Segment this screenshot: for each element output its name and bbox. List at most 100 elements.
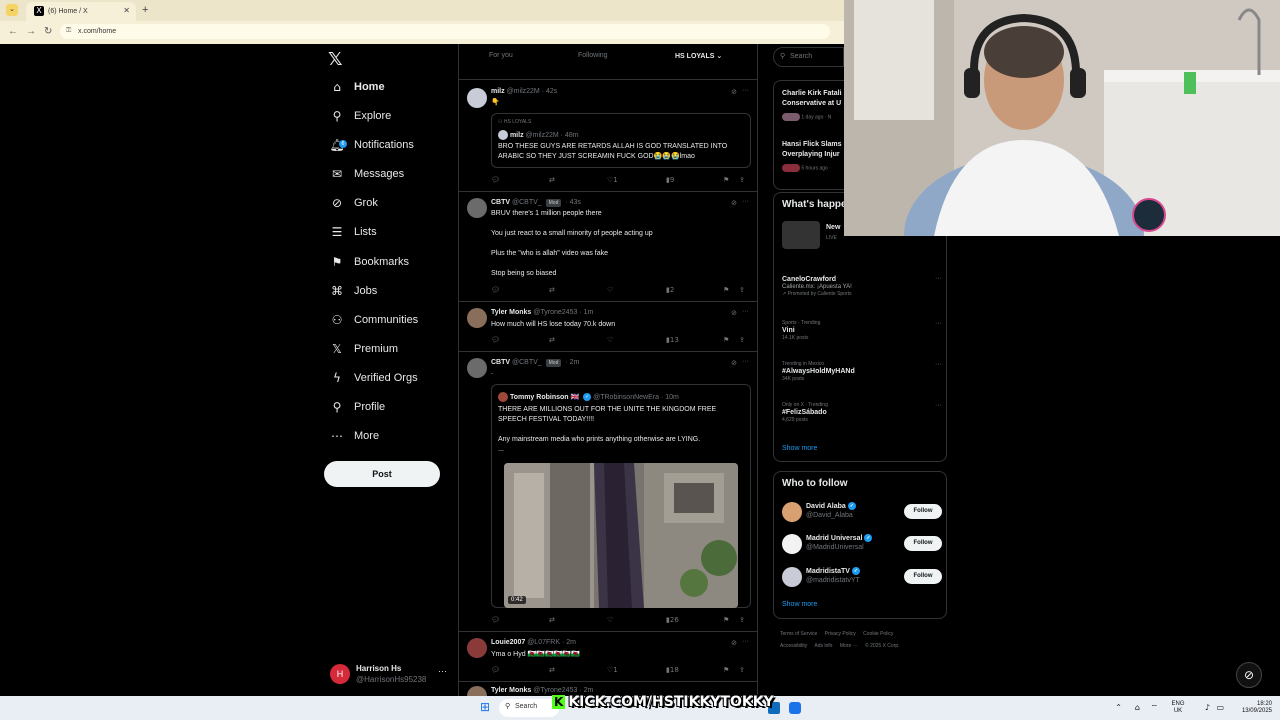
- grok-icon[interactable]: ⊘: [731, 88, 737, 96]
- sidebar-item-verified-orgs[interactable]: ϟ Verified Orgs: [330, 367, 418, 389]
- network-icon[interactable]: ⌂: [1135, 703, 1140, 712]
- share-icon[interactable]: ⇪: [739, 666, 745, 674]
- author-handle[interactable]: @CBTV_: [512, 359, 542, 366]
- news-title[interactable]: Charlie Kirk Fatali Conservative at U: [782, 89, 844, 109]
- grok-icon[interactable]: ⊘: [731, 639, 737, 647]
- author-handle[interactable]: @L07FRK: [527, 639, 560, 646]
- grok-icon[interactable]: ⊘: [731, 359, 737, 367]
- share-icon[interactable]: ⇪: [739, 286, 745, 294]
- author-handle[interactable]: @Tyrone2453: [533, 309, 577, 316]
- share-icon[interactable]: ⇪: [739, 616, 745, 624]
- avatar[interactable]: [467, 88, 487, 108]
- tweet-time[interactable]: · 2m: [579, 687, 593, 694]
- bookmark-icon[interactable]: ⚑: [723, 336, 729, 344]
- more-horizontal-icon[interactable]: ···: [935, 320, 942, 327]
- like-icon[interactable]: ♡: [607, 336, 613, 344]
- follow-suggestion[interactable]: David Alaba ✓ @David_Alaba Follow: [782, 500, 942, 524]
- sidebar-item-messages[interactable]: ✉ Messages: [330, 163, 404, 185]
- forward-icon[interactable]: →: [26, 26, 36, 37]
- quote-tweet[interactable]: ⚇ HS LOYALS milz @milz22M · 48m BRO THES…: [491, 113, 751, 168]
- more-horizontal-icon[interactable]: ···: [438, 666, 447, 676]
- sidebar-item-more[interactable]: ⋯ More: [330, 425, 379, 447]
- taskbar-search[interactable]: ⚲ Search: [499, 699, 559, 717]
- more-horizontal-icon[interactable]: ···: [742, 198, 749, 205]
- wifi-icon[interactable]: ⌔: [1150, 703, 1158, 713]
- live-event-thumbnail[interactable]: [782, 221, 820, 249]
- tweet[interactable]: CBTV @CBTV_ Mod · 2m ⊘ ··· . Tommy Robin…: [459, 352, 757, 632]
- author-handle[interactable]: @CBTV_: [512, 199, 542, 206]
- sidebar-item-grok[interactable]: ⊘ Grok: [330, 192, 378, 214]
- tweet-time[interactable]: · 2m: [565, 359, 579, 366]
- footer-link[interactable]: Ads info: [814, 643, 832, 649]
- back-icon[interactable]: ←: [8, 26, 18, 37]
- volume-icon[interactable]: ♪: [1205, 703, 1210, 712]
- reply-icon[interactable]: 💬︎: [491, 616, 500, 624]
- grok-float-button[interactable]: ⊘: [1236, 662, 1262, 688]
- follow-button[interactable]: Follow: [904, 569, 942, 584]
- views-button[interactable]: ▮ 2: [666, 286, 674, 294]
- reply-icon[interactable]: 💬︎: [491, 666, 500, 674]
- tweet-time[interactable]: · 1m: [579, 309, 593, 316]
- close-tab-icon[interactable]: ✕: [123, 6, 130, 15]
- sidebar-item-jobs[interactable]: ⌘ Jobs: [330, 280, 377, 302]
- author-name[interactable]: Tyler Monks: [491, 309, 531, 316]
- like-button[interactable]: ♡ 1: [607, 666, 618, 674]
- bookmark-icon[interactable]: ⚑: [723, 286, 729, 294]
- share-icon[interactable]: ⇪: [739, 336, 745, 344]
- more-horizontal-icon[interactable]: ···: [935, 361, 942, 368]
- footer-link[interactable]: Privacy Policy: [825, 631, 856, 637]
- sidebar-item-notifications[interactable]: 🔔︎ 6 Notifications: [329, 134, 414, 156]
- views-button[interactable]: ▮ 18: [666, 666, 679, 674]
- avatar[interactable]: [467, 358, 487, 378]
- tab-following[interactable]: Following: [578, 52, 608, 59]
- more-horizontal-icon[interactable]: ···: [742, 638, 749, 645]
- like-icon[interactable]: ♡: [607, 616, 613, 624]
- author-name[interactable]: Tyler Monks: [491, 687, 531, 694]
- like-button[interactable]: ♡ 1: [607, 176, 618, 184]
- avatar[interactable]: [467, 198, 487, 218]
- tab-hs-loyals[interactable]: HS LOYALS ⌄: [675, 52, 722, 60]
- tweet[interactable]: milz @milz22M · 42s ⊘ ··· 👇 ⚇ HS LOYALS …: [459, 82, 757, 192]
- video-thumbnail[interactable]: 0:42: [504, 463, 738, 608]
- author-name[interactable]: CBTV: [491, 359, 510, 366]
- trend-item[interactable]: Only on X · Trending #FelizSábado 4,629 …: [782, 402, 942, 423]
- author-name[interactable]: milz: [491, 88, 505, 95]
- avatar[interactable]: [467, 638, 487, 658]
- more-horizontal-icon[interactable]: ···: [742, 358, 749, 365]
- reply-icon[interactable]: 💬︎: [491, 336, 500, 344]
- avatar[interactable]: [467, 686, 487, 696]
- browser-tab[interactable]: X (6) Home / X ✕: [26, 2, 136, 21]
- search-input[interactable]: ⚲ Search: [773, 47, 844, 67]
- tray-chevron-icon[interactable]: ⌃: [1115, 703, 1122, 712]
- sidebar-item-communities[interactable]: ⚇ Communities: [330, 309, 419, 331]
- views-button[interactable]: ▮ 9: [666, 176, 674, 184]
- author-name[interactable]: Louie2007: [491, 639, 525, 646]
- windows-start-icon[interactable]: ⊞: [480, 701, 492, 713]
- reload-icon[interactable]: ↻: [44, 26, 52, 37]
- follow-button[interactable]: Follow: [904, 504, 942, 519]
- site-info-icon[interactable]: ⚿: [66, 27, 71, 35]
- battery-icon[interactable]: ▭: [1216, 703, 1224, 712]
- footer-link[interactable]: Cookie Policy: [863, 631, 893, 637]
- share-icon[interactable]: ⇪: [739, 176, 745, 184]
- more-horizontal-icon[interactable]: ···: [742, 87, 749, 94]
- clock[interactable]: 18:20 13/09/2025: [1232, 701, 1272, 715]
- footer-link[interactable]: More ···: [840, 643, 858, 649]
- more-horizontal-icon[interactable]: ···: [742, 308, 749, 315]
- news-title[interactable]: Hansi Flick Slams Overplaying Injur: [782, 140, 844, 160]
- trend-item[interactable]: Trending in Mexico #AlwaysHoldMyHANd 34K…: [782, 361, 942, 382]
- sidebar-item-home[interactable]: ⌂ Home: [330, 76, 384, 98]
- views-button[interactable]: ▮ 26: [666, 616, 679, 624]
- grok-icon[interactable]: ⊘: [731, 309, 737, 317]
- author-name[interactable]: CBTV: [491, 199, 510, 206]
- retweet-icon[interactable]: ⇄: [549, 616, 555, 624]
- language-indicator[interactable]: ENG UK: [1166, 701, 1190, 715]
- bookmark-icon[interactable]: ⚑: [723, 616, 729, 624]
- views-button[interactable]: ▮ 13: [666, 336, 679, 344]
- author-handle[interactable]: @Tyrone2453: [533, 687, 577, 694]
- tweet-time[interactable]: · 42s: [542, 88, 558, 95]
- sidebar-item-bookmarks[interactable]: ⚑ Bookmarks: [330, 251, 409, 273]
- post-button[interactable]: Post: [324, 461, 440, 487]
- sidebar-item-explore[interactable]: ⚲ Explore: [330, 105, 392, 127]
- tweet-time[interactable]: · 43s: [565, 199, 581, 206]
